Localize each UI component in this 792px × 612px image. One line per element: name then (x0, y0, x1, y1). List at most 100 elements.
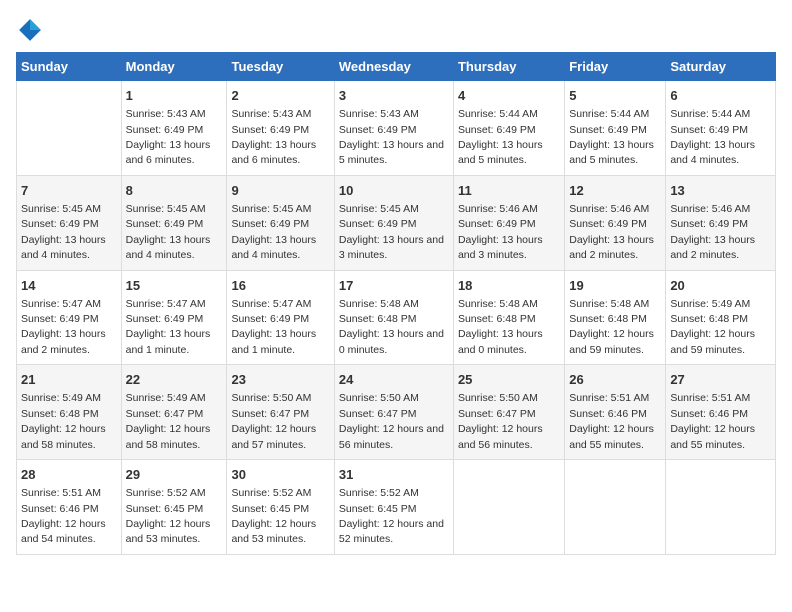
cell-sunrise: Sunrise: 5:52 AM (339, 487, 419, 499)
cell-sunset: Sunset: 6:49 PM (569, 218, 647, 230)
calendar-cell: 1Sunrise: 5:43 AMSunset: 6:49 PMDaylight… (121, 81, 227, 176)
cell-daylight: Daylight: 13 hours and 6 minutes. (231, 139, 316, 166)
day-number: 24 (339, 371, 449, 389)
calendar-cell: 18Sunrise: 5:48 AMSunset: 6:48 PMDayligh… (453, 270, 564, 365)
day-number: 21 (21, 371, 117, 389)
calendar-cell (17, 81, 122, 176)
day-number: 2 (231, 87, 329, 105)
cell-sunrise: Sunrise: 5:50 AM (231, 392, 311, 404)
calendar-cell: 24Sunrise: 5:50 AMSunset: 6:47 PMDayligh… (334, 365, 453, 460)
cell-sunrise: Sunrise: 5:45 AM (339, 203, 419, 215)
day-number: 7 (21, 182, 117, 200)
cell-sunset: Sunset: 6:48 PM (458, 313, 536, 325)
cell-sunset: Sunset: 6:49 PM (126, 313, 204, 325)
day-number: 19 (569, 277, 661, 295)
cell-sunrise: Sunrise: 5:49 AM (21, 392, 101, 404)
cell-sunrise: Sunrise: 5:49 AM (126, 392, 206, 404)
cell-sunset: Sunset: 6:49 PM (458, 124, 536, 136)
calendar-table: SundayMondayTuesdayWednesdayThursdayFrid… (16, 52, 776, 555)
logo (16, 16, 48, 44)
cell-sunset: Sunset: 6:46 PM (670, 408, 748, 420)
cell-sunrise: Sunrise: 5:50 AM (458, 392, 538, 404)
cell-sunrise: Sunrise: 5:45 AM (231, 203, 311, 215)
day-number: 3 (339, 87, 449, 105)
cell-sunrise: Sunrise: 5:46 AM (569, 203, 649, 215)
calendar-week-row: 14 Sunrise: 5:47 AM Sunset: 6:49 PM Dayligh… (17, 270, 776, 365)
calendar-cell: 10Sunrise: 5:45 AMSunset: 6:49 PMDayligh… (334, 175, 453, 270)
header-day-friday: Friday (565, 53, 666, 81)
calendar-cell: 19Sunrise: 5:48 AMSunset: 6:48 PMDayligh… (565, 270, 666, 365)
cell-sunset: Sunset: 6:46 PM (569, 408, 647, 420)
cell-sunset: Sunset: 6:49 PM (670, 124, 748, 136)
cell-sunrise: Sunrise: 5:47 AM (126, 298, 206, 310)
calendar-cell (453, 460, 564, 555)
cell-daylight: Daylight: 13 hours and 2 minutes. (670, 234, 755, 261)
header-day-saturday: Saturday (666, 53, 776, 81)
cell-daylight: Daylight: 12 hours and 59 minutes. (569, 328, 654, 355)
cell-daylight: Daylight: 13 hours and 4 minutes. (231, 234, 316, 261)
cell-daylight: Daylight: 12 hours and 55 minutes. (670, 423, 755, 450)
cell-sunset: Sunset: 6:45 PM (231, 503, 309, 515)
cell-sunrise: Sunrise: 5:45 AM (126, 203, 206, 215)
day-number: 13 (670, 182, 771, 200)
day-number: 10 (339, 182, 449, 200)
cell-daylight: Daylight: 13 hours and 5 minutes. (569, 139, 654, 166)
header-day-tuesday: Tuesday (227, 53, 334, 81)
cell-sunrise: Sunrise: 5:46 AM (670, 203, 750, 215)
cell-daylight: Daylight: 12 hours and 52 minutes. (339, 518, 444, 545)
cell-daylight: Daylight: 13 hours and 2 minutes. (21, 328, 106, 355)
calendar-cell: 21Sunrise: 5:49 AMSunset: 6:48 PMDayligh… (17, 365, 122, 460)
cell-sunrise: Sunrise: 5:48 AM (339, 298, 419, 310)
cell-sunset: Sunset: 6:48 PM (339, 313, 417, 325)
calendar-cell: 23Sunrise: 5:50 AMSunset: 6:47 PMDayligh… (227, 365, 334, 460)
cell-daylight: Daylight: 12 hours and 53 minutes. (231, 518, 316, 545)
calendar-cell: 13Sunrise: 5:46 AMSunset: 6:49 PMDayligh… (666, 175, 776, 270)
day-number: 8 (126, 182, 223, 200)
calendar-week-row: 7 Sunrise: 5:45 AM Sunset: 6:49 PM Daylight… (17, 175, 776, 270)
cell-daylight: Daylight: 12 hours and 57 minutes. (231, 423, 316, 450)
calendar-cell: 15Sunrise: 5:47 AMSunset: 6:49 PMDayligh… (121, 270, 227, 365)
calendar-cell: 28Sunrise: 5:51 AMSunset: 6:46 PMDayligh… (17, 460, 122, 555)
cell-sunrise: Sunrise: 5:44 AM (569, 108, 649, 120)
calendar-cell: 5Sunrise: 5:44 AMSunset: 6:49 PMDaylight… (565, 81, 666, 176)
calendar-header-row: SundayMondayTuesdayWednesdayThursdayFrid… (17, 53, 776, 81)
cell-sunset: Sunset: 6:47 PM (126, 408, 204, 420)
cell-sunrise: Sunrise: 5:43 AM (126, 108, 206, 120)
cell-daylight: Daylight: 13 hours and 3 minutes. (339, 234, 444, 261)
cell-daylight: Daylight: 13 hours and 0 minutes. (458, 328, 543, 355)
cell-sunset: Sunset: 6:47 PM (231, 408, 309, 420)
calendar-week-row: 1 Sunrise: 5:43 AM Sunset: 6:49 PM Daylight… (17, 81, 776, 176)
calendar-cell: 2Sunrise: 5:43 AMSunset: 6:49 PMDaylight… (227, 81, 334, 176)
cell-sunrise: Sunrise: 5:51 AM (21, 487, 101, 499)
calendar-cell: 16Sunrise: 5:47 AMSunset: 6:49 PMDayligh… (227, 270, 334, 365)
cell-daylight: Daylight: 12 hours and 54 minutes. (21, 518, 106, 545)
calendar-cell: 31Sunrise: 5:52 AMSunset: 6:45 PMDayligh… (334, 460, 453, 555)
day-number: 31 (339, 466, 449, 484)
calendar-cell: 14Sunrise: 5:47 AMSunset: 6:49 PMDayligh… (17, 270, 122, 365)
calendar-cell: 25Sunrise: 5:50 AMSunset: 6:47 PMDayligh… (453, 365, 564, 460)
day-number: 16 (231, 277, 329, 295)
day-number: 9 (231, 182, 329, 200)
cell-sunset: Sunset: 6:46 PM (21, 503, 99, 515)
cell-daylight: Daylight: 12 hours and 55 minutes. (569, 423, 654, 450)
cell-daylight: Daylight: 13 hours and 2 minutes. (569, 234, 654, 261)
cell-sunrise: Sunrise: 5:45 AM (21, 203, 101, 215)
cell-sunrise: Sunrise: 5:50 AM (339, 392, 419, 404)
calendar-cell: 30Sunrise: 5:52 AMSunset: 6:45 PMDayligh… (227, 460, 334, 555)
cell-sunrise: Sunrise: 5:47 AM (231, 298, 311, 310)
cell-daylight: Daylight: 13 hours and 3 minutes. (458, 234, 543, 261)
day-number: 30 (231, 466, 329, 484)
cell-daylight: Daylight: 12 hours and 58 minutes. (126, 423, 211, 450)
calendar-week-row: 21Sunrise: 5:49 AMSunset: 6:48 PMDayligh… (17, 365, 776, 460)
day-number: 27 (670, 371, 771, 389)
cell-sunset: Sunset: 6:49 PM (569, 124, 647, 136)
day-number: 14 (21, 277, 117, 295)
day-number: 1 (126, 87, 223, 105)
cell-sunrise: Sunrise: 5:43 AM (231, 108, 311, 120)
calendar-cell (666, 460, 776, 555)
calendar-cell: 20Sunrise: 5:49 AMSunset: 6:48 PMDayligh… (666, 270, 776, 365)
cell-sunset: Sunset: 6:48 PM (569, 313, 647, 325)
cell-daylight: Daylight: 12 hours and 56 minutes. (458, 423, 543, 450)
cell-daylight: Daylight: 13 hours and 4 minutes. (21, 234, 106, 261)
calendar-cell: 17Sunrise: 5:48 AMSunset: 6:48 PMDayligh… (334, 270, 453, 365)
